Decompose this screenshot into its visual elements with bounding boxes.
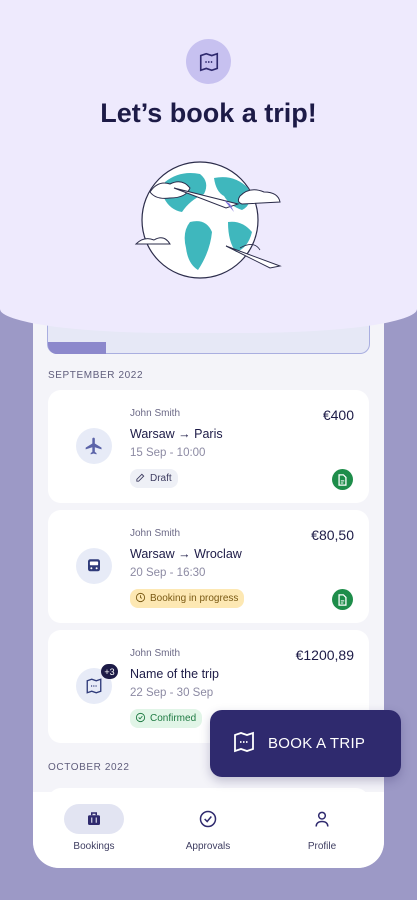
person-icon: [292, 804, 352, 834]
check-circle-icon: [178, 804, 238, 834]
trip-price: €80,50: [311, 527, 354, 543]
nav-approvals[interactable]: Approvals: [168, 804, 248, 852]
trip-date: 15 Sep - 10:00: [130, 447, 206, 459]
trip-date: 20 Sep - 16:30: [130, 567, 206, 579]
booking-card[interactable]: John Smith Warsaw → Paris 15 Sep - 10:00…: [48, 390, 369, 503]
nav-label: Approvals: [185, 841, 231, 852]
page-title: Let’s book a trip!: [100, 98, 317, 128]
suitcase-icon: [64, 804, 124, 834]
status-badge: Confirmed: [130, 709, 203, 728]
extra-count-badge: +3: [101, 664, 118, 679]
nav-profile[interactable]: Profile: [282, 804, 362, 852]
map-icon: [232, 730, 256, 758]
traveler-name: John Smith: [130, 648, 181, 659]
book-a-trip-label: BOOK A TRIP: [268, 735, 366, 752]
plane-icon: [76, 428, 112, 464]
pencil-icon: [135, 472, 146, 486]
nav-bookings[interactable]: Bookings: [54, 804, 134, 852]
document-icon[interactable]: [332, 589, 353, 610]
trip-date: 22 Sep - 30 Sep: [130, 687, 214, 699]
status-badge: Draft: [130, 469, 178, 488]
trip-route: Name of the trip: [130, 667, 219, 681]
section-label-september: SEPTEMBER 2022: [48, 370, 144, 381]
trip-price: €1200,89: [295, 647, 354, 663]
nav-label: Profile: [307, 841, 337, 852]
trip-route: Warsaw → Paris: [130, 427, 223, 441]
clock-icon: [135, 592, 146, 606]
train-icon: [76, 548, 112, 584]
trip-price: €400: [322, 407, 354, 423]
nav-label: Bookings: [73, 841, 115, 852]
section-label-october: OCTOBER 2022: [48, 762, 130, 773]
onboarding-header: Let’s book a trip!: [0, 0, 417, 333]
globe-illustration: [134, 161, 282, 279]
status-badge: Booking in progress: [130, 589, 245, 608]
map-icon: [186, 39, 231, 84]
trip-route: Warsaw → Wroclaw: [130, 547, 242, 561]
book-a-trip-button[interactable]: BOOK A TRIP: [210, 710, 401, 777]
bookings-screen: SEPTEMBER 2022 John Smith Warsaw → Paris…: [33, 300, 384, 868]
check-circle-icon: [135, 712, 146, 726]
traveler-name: John Smith: [130, 408, 181, 419]
booking-card[interactable]: John Smith Warsaw → Wroclaw 20 Sep - 16:…: [48, 510, 369, 623]
bottom-navigation: Bookings Approvals Profile: [33, 792, 384, 868]
traveler-name: John Smith: [130, 528, 181, 539]
document-icon[interactable]: [332, 469, 353, 490]
